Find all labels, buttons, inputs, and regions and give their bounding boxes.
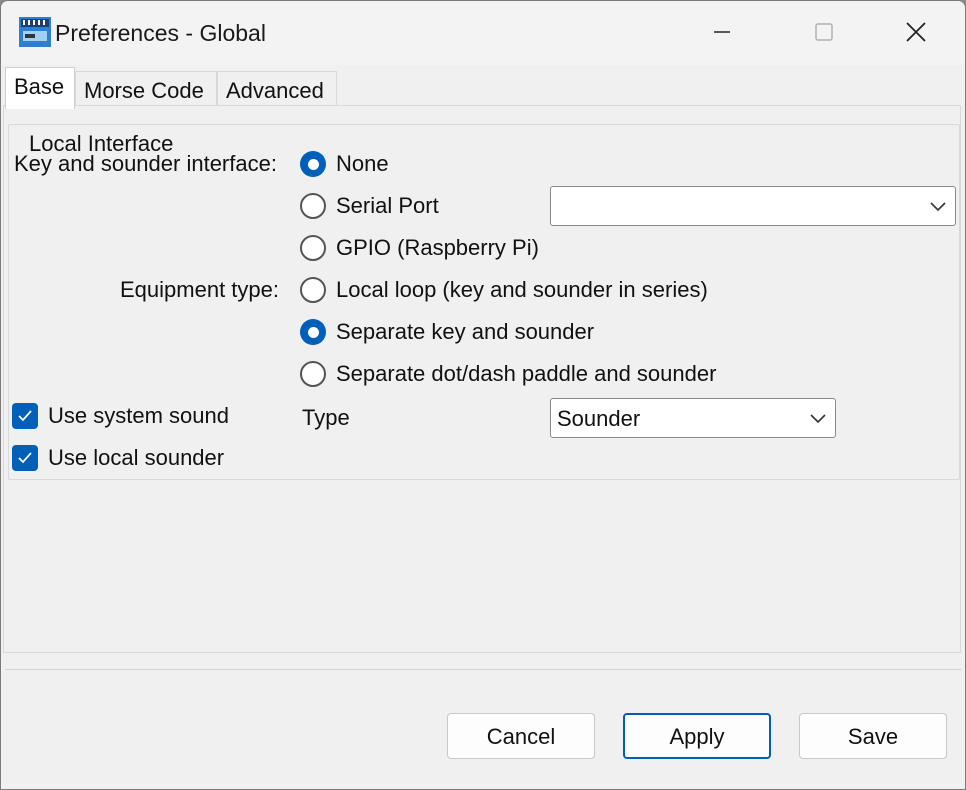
checkmark-icon <box>18 410 32 422</box>
key-sounder-interface-label: Key and sounder interface: <box>14 151 277 176</box>
type-dropdown[interactable]: Sounder <box>550 398 836 438</box>
equipment-type-label: Equipment type: <box>120 277 279 302</box>
preferences-window: Preferences - Global Base Morse Code Adv… <box>0 0 966 790</box>
close-button[interactable] <box>881 9 951 55</box>
radio-local-loop[interactable]: Local loop (key and sounder in series) <box>300 275 708 305</box>
radio-label: None <box>336 151 389 176</box>
app-icon <box>19 17 51 47</box>
checkbox[interactable] <box>12 445 38 471</box>
radio-separate-key-sounder[interactable]: Separate key and sounder <box>300 317 594 347</box>
tab-morse-code[interactable]: Morse Code <box>75 71 217 107</box>
radio-button[interactable] <box>300 361 326 387</box>
serial-port-dropdown[interactable] <box>550 186 956 226</box>
title-bar[interactable]: Preferences - Global <box>1 1 965 65</box>
save-button[interactable]: Save <box>799 713 947 759</box>
radio-label: Local loop (key and sounder in series) <box>336 277 708 302</box>
radio-gpio[interactable]: GPIO (Raspberry Pi) <box>300 233 539 263</box>
type-value: Sounder <box>557 406 641 431</box>
checkbox-label: Use local sounder <box>48 445 225 470</box>
maximize-icon <box>815 23 833 41</box>
close-icon <box>906 22 926 42</box>
base-tab-panel: Local Interface Key and sounder interfac… <box>3 105 961 653</box>
cancel-button[interactable]: Cancel <box>447 713 595 759</box>
radio-button[interactable] <box>300 319 326 345</box>
radio-label: Separate key and sounder <box>336 319 595 344</box>
radio-label: Serial Port <box>336 193 439 218</box>
apply-button[interactable]: Apply <box>623 713 771 759</box>
radio-none[interactable]: None <box>300 149 389 179</box>
radio-label: GPIO (Raspberry Pi) <box>336 235 539 260</box>
radio-button[interactable] <box>300 151 326 177</box>
checkbox[interactable] <box>12 403 38 429</box>
radio-serial-port[interactable]: Serial Port <box>300 191 439 221</box>
radio-label: Separate dot/dash paddle and sounder <box>336 361 717 386</box>
type-label: Type <box>302 405 350 430</box>
radio-button[interactable] <box>300 235 326 261</box>
radio-button[interactable] <box>300 193 326 219</box>
checkmark-icon <box>18 452 32 464</box>
divider <box>5 669 961 670</box>
radio-separate-paddle-sounder[interactable]: Separate dot/dash paddle and sounder <box>300 359 716 389</box>
checkbox-label: Use system sound <box>48 403 229 428</box>
maximize-button[interactable] <box>789 9 859 55</box>
use-system-sound-checkbox[interactable]: Use system sound <box>12 401 229 431</box>
minimize-icon <box>714 31 730 33</box>
chevron-down-icon <box>810 414 826 424</box>
radio-button[interactable] <box>300 277 326 303</box>
window-title: Preferences - Global <box>55 20 266 46</box>
use-local-sounder-checkbox[interactable]: Use local sounder <box>12 443 224 473</box>
tab-advanced[interactable]: Advanced <box>217 71 337 107</box>
chevron-down-icon <box>930 202 946 212</box>
tab-base[interactable]: Base <box>5 67 75 109</box>
minimize-button[interactable] <box>687 9 757 55</box>
